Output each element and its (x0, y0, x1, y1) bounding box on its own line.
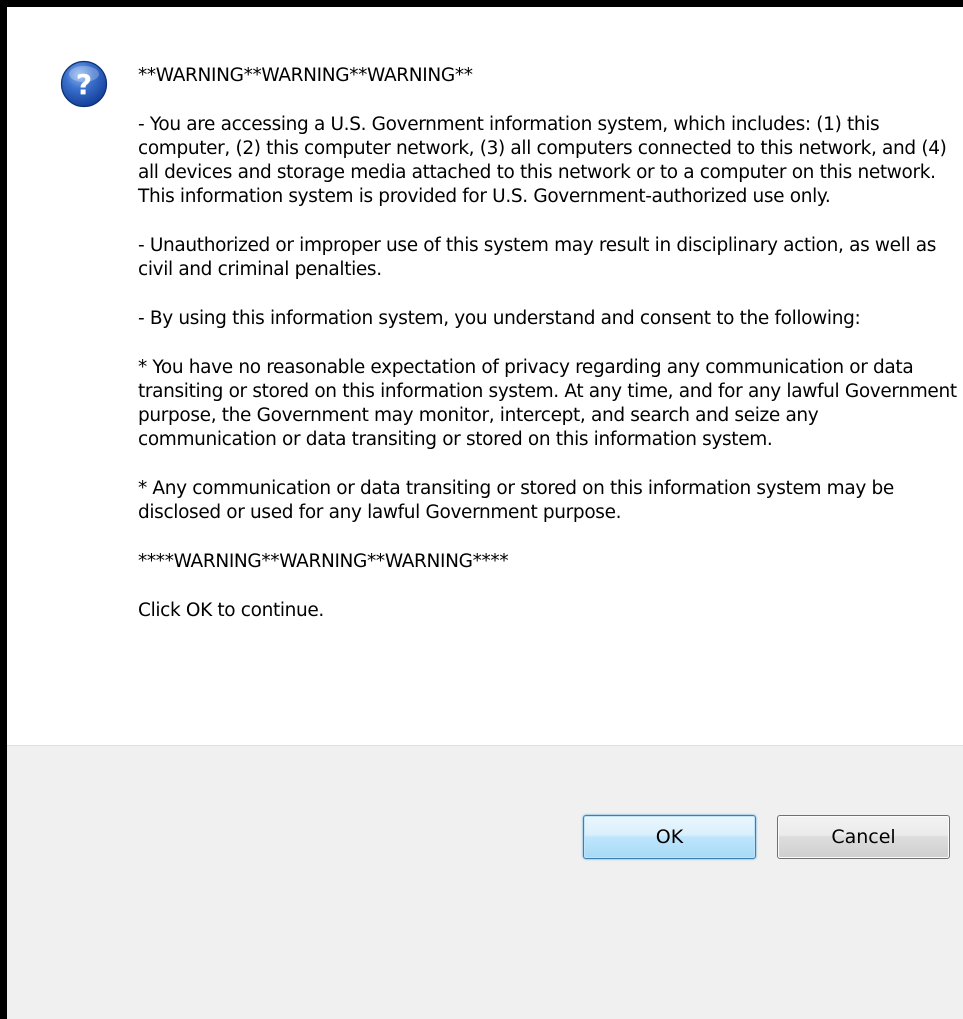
svg-text:?: ? (76, 68, 92, 101)
warning-message: **WARNING**WARNING**WARNING** - You are … (138, 65, 957, 621)
consent-dialog: ? **WARNING**WARNING**WARNING** - You ar… (0, 0, 963, 1019)
ok-button[interactable]: OK (583, 815, 756, 859)
dialog-footer (7, 745, 963, 1019)
cancel-button[interactable]: Cancel (777, 815, 950, 859)
dialog-content: ? **WARNING**WARNING**WARNING** - You ar… (7, 7, 963, 745)
question-icon: ? (60, 60, 108, 108)
